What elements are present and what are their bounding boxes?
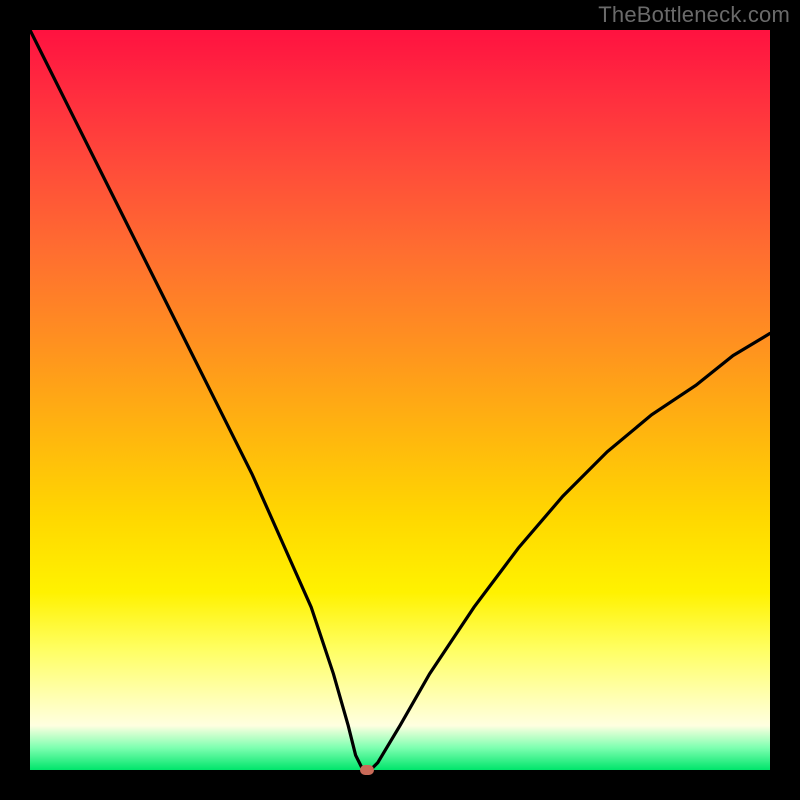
chart-frame: TheBottleneck.com	[0, 0, 800, 800]
plot-area	[30, 30, 770, 770]
minimum-marker	[360, 765, 374, 775]
curve-svg	[30, 30, 770, 770]
watermark-text: TheBottleneck.com	[598, 2, 790, 28]
bottleneck-curve-path	[30, 30, 770, 770]
